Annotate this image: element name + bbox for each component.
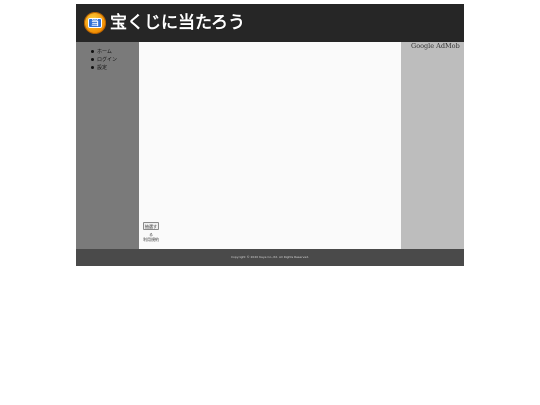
nav-item-login[interactable]: ログイン [91, 56, 139, 64]
draw-button[interactable]: 抽選する [143, 222, 159, 237]
app-frame: 当 宝くじに当たろう ホーム ログイン 設定 抽選する 利用規約 Google … [76, 4, 464, 266]
logo-badge: 当 [88, 18, 102, 28]
nav-list: ホーム ログイン 設定 [76, 42, 139, 72]
main-content: 抽選する 利用規約 [139, 42, 401, 249]
right-sidebar: Google AdMob [401, 42, 464, 249]
ad-placeholder[interactable]: Google AdMob [411, 42, 460, 51]
nav-item-home[interactable]: ホーム [91, 48, 139, 56]
header: 当 宝くじに当たろう [76, 4, 464, 42]
nav-item-settings[interactable]: 設定 [91, 64, 139, 72]
logo-glyph: 当 [91, 18, 99, 27]
site-title[interactable]: 宝くじに当たろう [110, 10, 245, 36]
copyright-text: Copyright © 2020 Kaye Co.,ltd. All Right… [230, 255, 310, 259]
site-logo-icon[interactable]: 当 [84, 12, 106, 34]
left-sidebar: ホーム ログイン 設定 [76, 42, 139, 249]
terms-link[interactable]: 利用規約 [143, 237, 159, 243]
footer: Copyright © 2020 Kaye Co.,ltd. All Right… [76, 249, 464, 266]
